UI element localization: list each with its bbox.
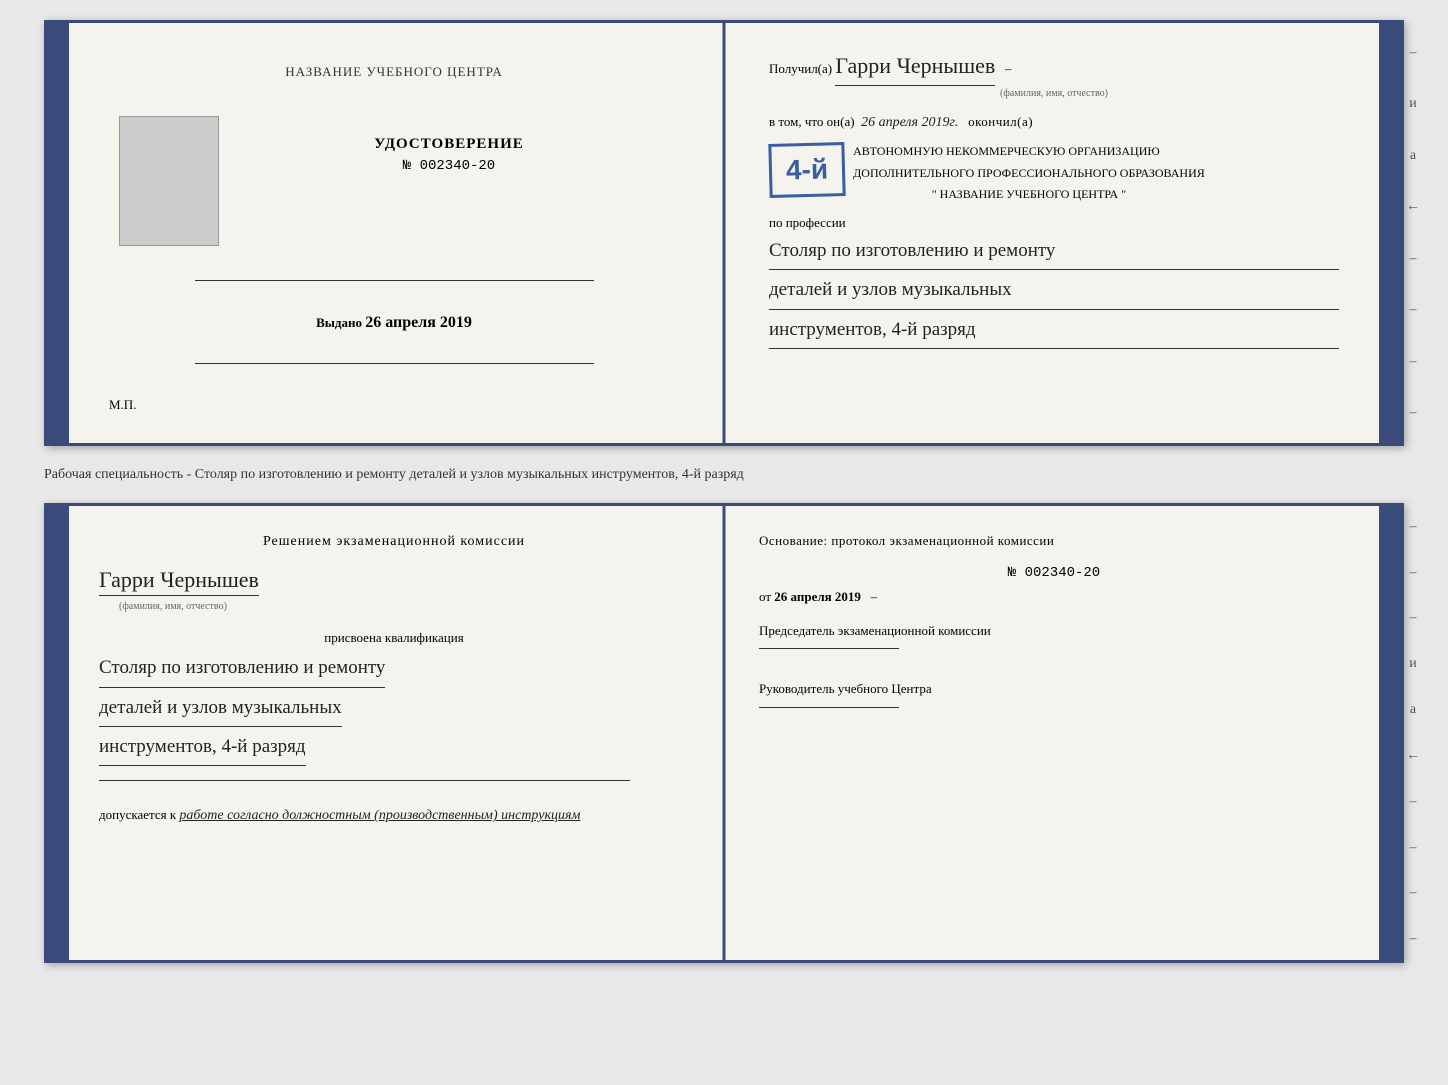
issued-date-value: 26 апреля 2019	[365, 314, 472, 331]
issued-date: Выдано 26 апреля 2019	[316, 314, 472, 332]
допускается-text: работе согласно должностным (производств…	[179, 808, 580, 823]
spine-left	[47, 23, 69, 443]
protocol-date-value: 26 апреля 2019	[774, 589, 861, 604]
stamp-line1: АВТОНОМНУЮ НЕКОММЕРЧЕСКУЮ ОРГАНИЗАЦИЮ	[853, 141, 1205, 163]
bottom-name-subtitle: (фамилия, имя, отчество)	[119, 601, 227, 612]
protocol-number: № 002340-20	[759, 565, 1349, 581]
допускается-line: допускается к работе согласно должностны…	[99, 807, 580, 824]
qualification-label: присвоена квалификация	[99, 630, 689, 646]
chairman-signature-line	[759, 648, 899, 649]
bottom-divider	[99, 780, 630, 781]
recipient-name: Гарри Чернышев	[835, 48, 995, 86]
manager-label: Руководитель учебного Центра	[759, 679, 1349, 708]
profession-line2-top: деталей и узлов музыкальных	[769, 274, 1339, 309]
profession-label-top: по профессии	[769, 215, 1339, 231]
cert-left-page: НАЗВАНИЕ УЧЕБНОГО ЦЕНТРА УДОСТОВЕРЕНИЕ №…	[69, 23, 719, 443]
received-line: Получил(а) Гарри Чернышев – (фамилия, им…	[769, 48, 1339, 102]
chairman-label: Председатель экзаменационной комиссии	[759, 621, 1349, 650]
bottom-profession-line3: инструментов, 4-й разряд	[99, 731, 306, 766]
bottom-person-name: Гарри Чернышев	[99, 567, 259, 596]
okoncil-text: окончил(а)	[968, 114, 1033, 129]
cert-right-page: Получил(а) Гарри Чернышев – (фамилия, им…	[719, 23, 1379, 443]
bottom-profession-line1: Столяр по изготовлению и ремонту	[99, 652, 385, 687]
caption-text: Рабочая специальность - Столяр по изгото…	[44, 464, 1404, 485]
photo-placeholder	[119, 116, 219, 246]
right-side-marks-top: – и а ← – – – –	[1404, 20, 1422, 446]
decision-header: Решением экзаменационной комиссии	[99, 531, 689, 553]
stamp-line3: " НАЗВАНИЕ УЧЕБНОГО ЦЕНТРА "	[853, 184, 1205, 206]
spine-left-bottom	[47, 506, 69, 960]
bottom-profession-line2: деталей и узлов музыкальных	[99, 692, 342, 727]
osnov-header: Основание: протокол экзаменационной коми…	[759, 531, 1349, 551]
stamp-line2: ДОПОЛНИТЕЛЬНОГО ПРОФЕССИОНАЛЬНОГО ОБРАЗО…	[853, 163, 1205, 185]
manager-signature-line	[759, 707, 899, 708]
vtom-line: в том, что он(а) 26 апреля 2019г. окончи…	[769, 114, 1339, 131]
cert-bottom-right-page: Основание: протокол экзаменационной коми…	[719, 506, 1379, 960]
stamp-number: 4-й	[786, 154, 829, 187]
cert-title: УДОСТОВЕРЕНИЕ	[374, 136, 524, 153]
vtom-date: 26 апреля 2019г.	[861, 115, 958, 130]
mp-label: М.П.	[109, 397, 136, 413]
spine-right-bottom	[1379, 506, 1401, 960]
cert-number: № 002340-20	[403, 158, 495, 174]
cert-bottom-left-page: Решением экзаменационной комиссии Гарри …	[69, 506, 719, 960]
stamp-box: 4-й	[768, 142, 845, 198]
spine-right	[1379, 23, 1401, 443]
profession-line1-top: Столяр по изготовлению и ремонту	[769, 235, 1339, 270]
divider-line-1	[195, 280, 594, 281]
name-subtitle-top: (фамилия, имя, отчество)	[769, 86, 1339, 102]
protocol-date: от 26 апреля 2019 –	[759, 589, 1349, 605]
right-side-marks-bottom: – – – и а ← – – – –	[1404, 503, 1422, 963]
divider-line-2	[195, 363, 594, 364]
center-name-top: НАЗВАНИЕ УЧЕБНОГО ЦЕНТРА	[285, 63, 502, 81]
profession-line3-top: инструментов, 4-й разряд	[769, 314, 1339, 349]
